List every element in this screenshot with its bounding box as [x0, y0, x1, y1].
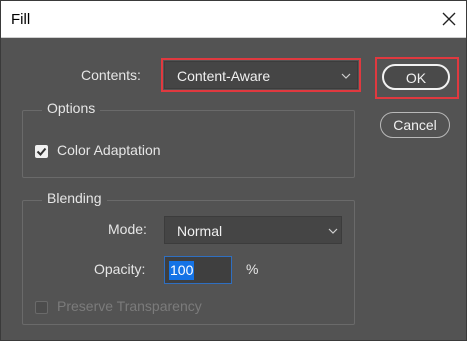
- contents-highlight: [161, 58, 361, 92]
- dialog-title: Fill: [11, 11, 31, 28]
- opacity-unit: %: [246, 261, 259, 277]
- opacity-label: Opacity:: [94, 261, 146, 277]
- close-icon[interactable]: [440, 10, 458, 28]
- mode-label: Mode:: [108, 221, 147, 237]
- ok-highlight: [375, 57, 459, 99]
- blending-legend: Blending: [42, 190, 107, 206]
- opacity-input[interactable]: 100: [164, 256, 232, 284]
- color-adaptation-checkbox[interactable]: [35, 145, 48, 158]
- checkmark-icon: [36, 147, 47, 156]
- mode-value: Normal: [177, 223, 223, 239]
- contents-label: Contents:: [81, 67, 141, 83]
- cancel-button[interactable]: Cancel: [380, 112, 450, 138]
- mode-dropdown[interactable]: Normal: [164, 216, 342, 244]
- preserve-transparency-checkbox[interactable]: [35, 301, 48, 314]
- color-adaptation-label: Color Adaptation: [57, 142, 161, 158]
- preserve-transparency-label: Preserve Transparency: [57, 298, 202, 314]
- opacity-value: 100: [169, 261, 195, 280]
- title-bar: Fill: [0, 0, 467, 38]
- options-legend: Options: [42, 100, 101, 116]
- chevron-down-icon: [328, 228, 338, 234]
